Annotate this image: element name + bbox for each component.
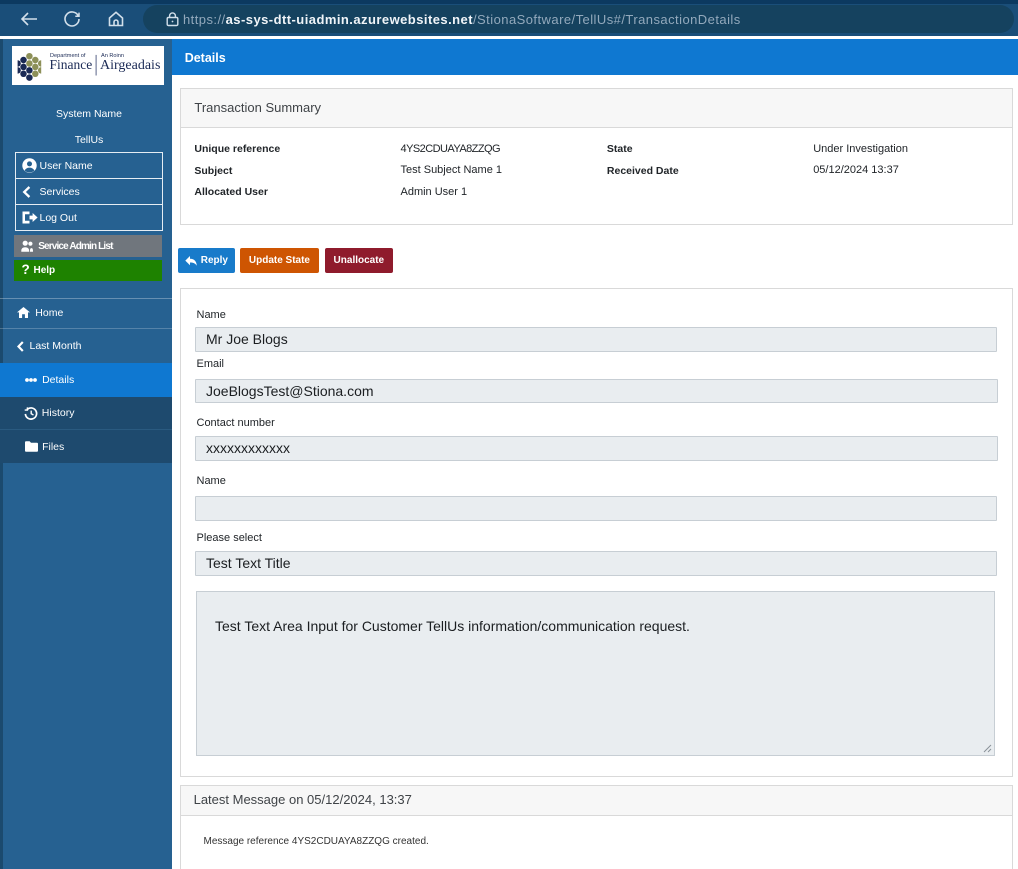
svg-text:Finance: Finance — [50, 57, 93, 72]
svg-text:Airgeadais: Airgeadais — [100, 58, 160, 73]
